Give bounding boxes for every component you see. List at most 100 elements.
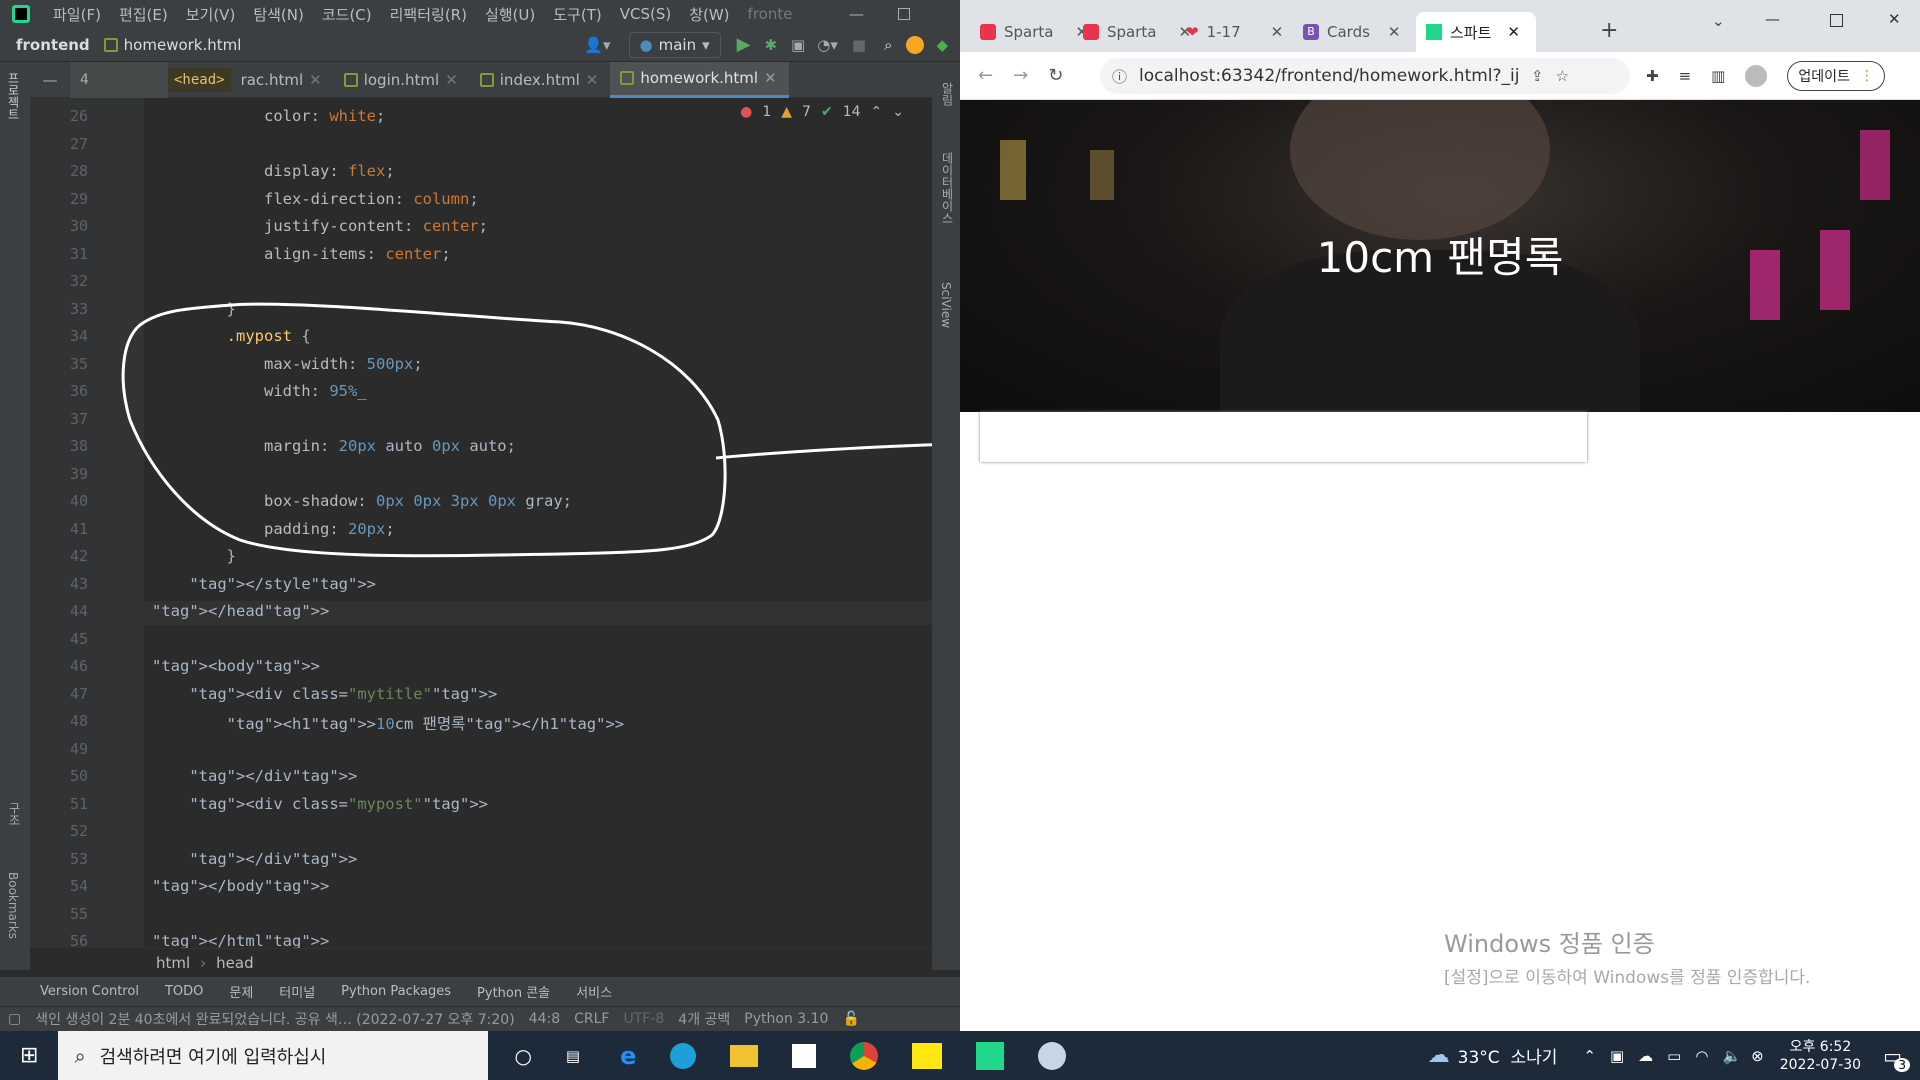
weather-text[interactable]: 33°C 소나기 [1458, 1043, 1558, 1068]
close-icon[interactable]: ✕ [445, 71, 458, 89]
structure-tool-tab[interactable]: 구조 [6, 802, 23, 826]
menu-view[interactable]: 보기(V) [186, 4, 236, 25]
close-icon[interactable]: ✕ [586, 71, 599, 89]
profile-icon[interactable]: ◔▾ [817, 36, 838, 54]
menu-code[interactable]: 코드(C) [322, 4, 372, 25]
status-layout-icon[interactable]: ▢ [8, 1011, 21, 1027]
stop-icon[interactable]: ■ [852, 36, 866, 54]
menu-edit[interactable]: 편집(E) [119, 4, 168, 25]
minimize-icon[interactable]: — [1765, 10, 1780, 28]
menu-tools[interactable]: 도구(T) [553, 4, 601, 25]
update-button[interactable]: 업데이트 ⋮ [1787, 61, 1885, 91]
line-separator[interactable]: CRLF [574, 1011, 609, 1027]
menu-navigate[interactable]: 탐색(N) [253, 4, 304, 25]
chrome-icon[interactable] [850, 1041, 879, 1070]
bookmarks-tool-tab[interactable]: Bookmarks [6, 872, 20, 939]
url-text[interactable]: localhost:63342/frontend/homework.html?_… [1139, 66, 1519, 86]
inspection-widget[interactable]: ● 1 ▲ 7 ✔ 14 ⌃ ⌄ [740, 104, 904, 120]
close-window-icon[interactable]: ✕ [1888, 10, 1901, 28]
info-icon[interactable]: ⓘ [1112, 66, 1127, 87]
tool-terminal[interactable]: 터미널 [279, 982, 315, 1001]
chevron-up-icon[interactable]: ⌃ [871, 104, 883, 120]
debug-icon[interactable]: ✱ [764, 36, 777, 54]
ie-icon[interactable]: e [620, 1042, 636, 1070]
coverage-icon[interactable]: ▣ [791, 36, 805, 54]
nav-file-name[interactable]: homework.html [124, 36, 242, 54]
browser-tab-3[interactable]: ❤ 1-17 ✕ [1176, 12, 1293, 52]
file-explorer-icon[interactable] [730, 1044, 759, 1067]
side-panel-icon[interactable]: ▥ [1711, 67, 1725, 85]
menu-refactor[interactable]: 리팩터링(R) [390, 4, 467, 25]
notification-center-icon[interactable]: ▭ 3 [1883, 1044, 1910, 1072]
breadcrumb-head[interactable]: head [216, 954, 253, 972]
browser-tab-4[interactable]: B Cards ✕ [1293, 12, 1410, 52]
tab-search-icon[interactable]: ⌄ [1712, 12, 1725, 30]
cursor-position[interactable]: 44:8 [529, 1011, 560, 1027]
edge-icon[interactable] [670, 1042, 697, 1069]
weather-icon[interactable]: ☁ [1428, 1043, 1450, 1068]
volume-icon[interactable]: 🔈 [1722, 1047, 1741, 1065]
tool-problems[interactable]: 문제 [229, 982, 253, 1001]
back-icon[interactable]: ← [978, 65, 993, 86]
notifications-tool-tab[interactable]: 알림 [939, 82, 956, 106]
collapse-icon[interactable]: — [30, 71, 70, 89]
battery-icon[interactable]: ▭ [1667, 1047, 1681, 1065]
close-icon[interactable]: ✕ [309, 71, 322, 89]
close-icon[interactable]: ✕ [1271, 23, 1284, 41]
profile-avatar-icon[interactable] [1745, 65, 1768, 87]
close-icon[interactable]: ✕ [1388, 23, 1401, 41]
status-message[interactable]: 색인 생성이 2분 40초에서 완료되었습니다. 공유 색… (2022-07-… [35, 1009, 514, 1029]
pycharm-taskbar-icon[interactable] [976, 1041, 1005, 1070]
tab-login[interactable]: login.html ✕ [334, 62, 470, 98]
windows-start-icon[interactable]: ⊞ [20, 1043, 38, 1068]
breadcrumb-html[interactable]: html [156, 954, 190, 972]
chevron-down-icon[interactable]: ⌄ [892, 104, 904, 120]
lock-icon[interactable]: 🔓 [842, 1011, 859, 1027]
taskbar-search-box[interactable]: ⌕ 검색하려면 여기에 입력하십시 [58, 1031, 489, 1080]
kakaotalk-icon[interactable] [912, 1042, 943, 1069]
bookmark-star-icon[interactable]: ☆ [1556, 67, 1569, 85]
paint-icon[interactable] [1038, 1041, 1067, 1070]
menu-file[interactable]: 파일(F) [53, 4, 101, 25]
meet-icon[interactable]: ▣ [1610, 1047, 1624, 1065]
account-icon[interactable]: 👤▾ [584, 36, 610, 54]
close-icon[interactable]: ✕ [764, 69, 777, 87]
tray-chevron-up-icon[interactable]: ⌃ [1583, 1047, 1596, 1065]
find-field[interactable]: 4 [70, 61, 168, 98]
menu-window[interactable]: 창(W) [689, 4, 729, 25]
menu-vcs[interactable]: VCS(S) [620, 5, 671, 23]
store-icon[interactable] [792, 1043, 817, 1068]
reading-list-icon[interactable]: ≡ [1679, 67, 1692, 85]
browser-tab-5[interactable]: 스파트 ✕ [1416, 12, 1536, 52]
tab-homework[interactable]: homework.html ✕ [610, 61, 789, 98]
branch-selector[interactable]: ● main ▾ [628, 31, 721, 58]
wifi-icon[interactable]: ◠ [1695, 1047, 1708, 1065]
reload-icon[interactable]: ↻ [1048, 65, 1063, 86]
file-encoding[interactable]: UTF-8 [623, 1011, 664, 1027]
python-interpreter[interactable]: Python 3.10 [744, 1011, 828, 1027]
mute-icon[interactable]: ⊗ [1751, 1047, 1764, 1065]
plugin-icon[interactable]: ◆ [936, 36, 948, 54]
indent-setting[interactable]: 4개 공백 [678, 1009, 730, 1029]
tab-index[interactable]: index.html ✕ [470, 62, 611, 98]
onedrive-icon[interactable]: ☁ [1638, 1047, 1653, 1065]
sciview-tool-tab[interactable]: SciView [939, 282, 953, 328]
task-view-icon[interactable]: ▤ [566, 1047, 580, 1065]
cortana-icon[interactable]: ○ [514, 1044, 531, 1068]
update-icon[interactable] [906, 35, 925, 54]
tool-version-control[interactable]: Version Control [40, 984, 139, 999]
share-icon[interactable]: ⇪ [1531, 67, 1544, 85]
maximize-icon[interactable] [1830, 14, 1843, 27]
clock[interactable]: 오후 6:52 2022-07-30 [1780, 1038, 1861, 1074]
tool-todo[interactable]: TODO [165, 984, 203, 999]
new-tab-icon[interactable]: + [1600, 18, 1618, 43]
search-icon[interactable]: ⌕ [884, 36, 892, 54]
tool-python-packages[interactable]: Python Packages [341, 984, 451, 999]
project-name[interactable]: frontend [16, 36, 90, 54]
extensions-icon[interactable]: ✚ [1646, 67, 1659, 85]
close-icon[interactable]: ✕ [1507, 23, 1520, 41]
database-tool-tab[interactable]: 데이터베이스 [939, 152, 956, 224]
run-icon[interactable]: ▶ [737, 34, 751, 55]
address-bar[interactable]: ⓘ localhost:63342/frontend/homework.html… [1100, 58, 1630, 94]
tab-rac[interactable]: rac.html ✕ [231, 62, 334, 98]
